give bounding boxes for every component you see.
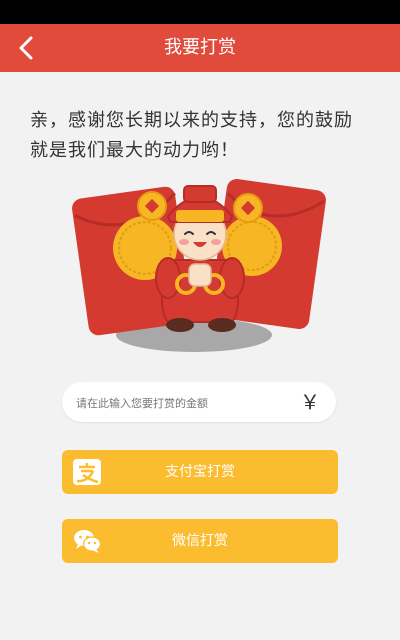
wechat-button-label: 微信打赏 <box>172 533 228 549</box>
amount-input[interactable] <box>74 382 288 424</box>
amount-input-box[interactable]: ￥ <box>62 382 336 424</box>
wechat-reward-button[interactable]: 微信打赏 <box>62 519 338 563</box>
alipay-reward-button[interactable]: 支付宝打赏 <box>62 450 338 494</box>
page-title: 我要打赏 <box>164 37 236 58</box>
god-of-wealth-illustration <box>72 179 326 352</box>
alipay-button-label: 支付宝打赏 <box>165 464 235 480</box>
currency-symbol: ￥ <box>300 390 320 414</box>
thank-you-message: 亲，感谢您长期以来的支持，您的鼓励就是我们最大的动力哟！ <box>30 110 353 161</box>
status-bar <box>0 0 400 24</box>
hands <box>188 263 212 287</box>
header-bar: 我要打赏 <box>0 24 400 72</box>
